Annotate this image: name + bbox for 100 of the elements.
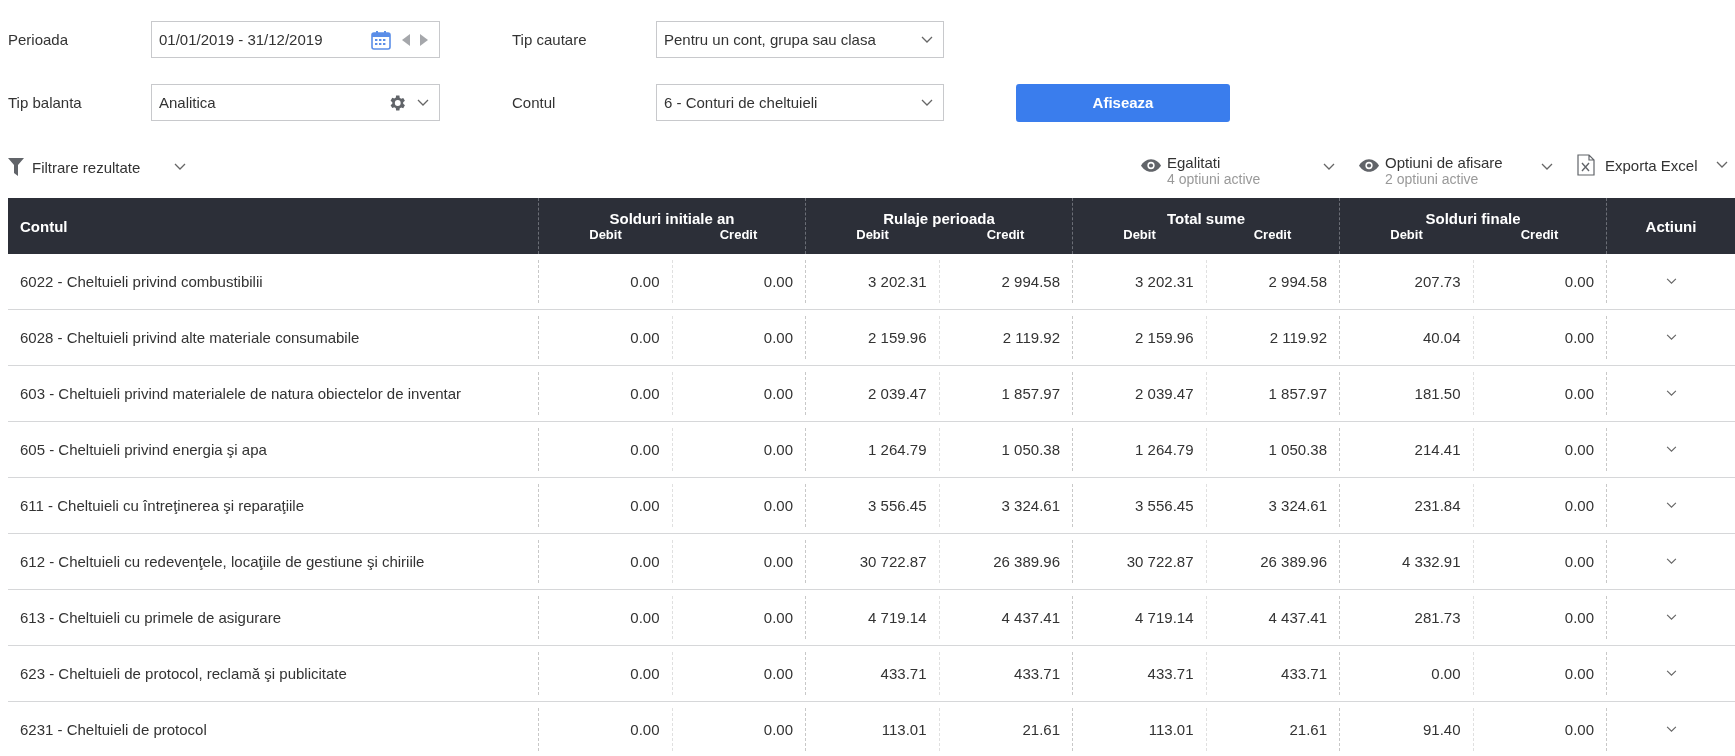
amount-cell: 1 857.97 [1001, 385, 1060, 402]
amount-cell: 2 994.58 [1001, 273, 1060, 290]
amount-cell: 91.40 [1422, 721, 1461, 738]
account-cell: 6028 - Cheltuieli privind alte materiale consumabile [20, 329, 360, 346]
amount-cell: 2 119.92 [1269, 329, 1327, 346]
amount-cell: 1 264.79 [868, 441, 927, 458]
amount-cell: 0.00 [763, 385, 793, 402]
amount-cell: 2 159.96 [1135, 329, 1194, 346]
amount-cell: 0.00 [1564, 441, 1594, 458]
column-group-header: Solduri initiale an [609, 210, 735, 227]
select-field[interactable]: 6 - Conturi de cheltuieli [656, 84, 944, 121]
chevron-down-icon[interactable] [417, 98, 429, 107]
chevron-down-icon[interactable] [921, 98, 933, 107]
calendar-icon[interactable] [371, 29, 391, 50]
amount-cell: 3 202.31 [1135, 273, 1194, 290]
amount-cell: 0.00 [630, 497, 660, 514]
column-header: Debit [589, 227, 622, 242]
select-field[interactable]: Pentru un cont, grupa sau clasa [656, 21, 944, 58]
amount-cell: 0.00 [1564, 609, 1594, 626]
chevron-down-icon[interactable] [1715, 161, 1728, 169]
column-group-header: Solduri finale [1425, 210, 1521, 227]
amount-cell: 0.00 [630, 329, 660, 346]
account-cell: 611 - Cheltuieli cu întreţinerea şi reparaţiile [20, 497, 305, 514]
amount-cell: 0.00 [630, 385, 660, 402]
chevron-down-icon[interactable] [1665, 446, 1677, 453]
amount-cell: 0.00 [763, 441, 793, 458]
amount-cell: 4 719.14 [1135, 609, 1194, 626]
account-cell: 6022 - Cheltuieli privind combustibilii [20, 273, 263, 290]
amount-cell: 21.61 [1289, 721, 1327, 738]
chevron-down-icon[interactable] [1323, 163, 1335, 171]
field-label: Tip cautare [512, 31, 588, 48]
filter-results-toggle[interactable]: Filtrare rezultate [32, 158, 141, 176]
chevron-down-icon[interactable] [921, 35, 933, 44]
option-dropdown[interactable]: Egalitati [1167, 154, 1317, 171]
amount-cell: 0.00 [763, 329, 793, 346]
chevron-down-icon[interactable] [1665, 334, 1677, 341]
amount-cell: 4 332.91 [1402, 553, 1461, 570]
amount-cell: 4 437.41 [1001, 609, 1060, 626]
account-cell: 612 - Cheltuieli cu redevenţele, locaţiile de gestiune şi chiriile [20, 553, 425, 570]
amount-cell: 0.00 [1564, 721, 1594, 738]
amount-cell: 0.00 [763, 721, 793, 738]
chevron-down-icon[interactable] [1665, 390, 1677, 397]
field-label: Contul [512, 94, 557, 111]
option-dropdown[interactable]: Optiuni de afisare [1385, 154, 1535, 171]
amount-cell: 2 039.47 [868, 385, 927, 402]
chevron-down-icon[interactable] [1665, 726, 1677, 733]
amount-cell: 1 050.38 [1268, 441, 1327, 458]
eye-icon[interactable] [1141, 159, 1161, 172]
active-options-count: 4 optiuni active [1167, 171, 1262, 187]
chevron-down-icon[interactable] [1665, 614, 1677, 621]
active-options-count: 2 optiuni active [1385, 171, 1480, 187]
amount-cell: 0.00 [763, 273, 793, 290]
amount-cell: 30 722.87 [859, 553, 927, 570]
amount-cell: 0.00 [630, 553, 660, 570]
amount-cell: 113.01 [881, 721, 927, 738]
chevron-down-icon[interactable] [1665, 278, 1677, 285]
amount-cell: 4 437.41 [1268, 609, 1327, 626]
amount-cell: 214.41 [1414, 441, 1461, 458]
amount-cell: 0.00 [1431, 665, 1461, 682]
column-header: Credit [719, 227, 758, 242]
export-excel-dropdown[interactable]: Exporta Excel [1605, 156, 1698, 174]
field-label: Perioada [8, 31, 70, 48]
amount-cell: 113.01 [1148, 721, 1194, 738]
amount-cell: 2 119.92 [1002, 329, 1060, 346]
amount-cell: 231.84 [1414, 497, 1461, 514]
chevron-down-icon[interactable] [174, 163, 187, 171]
amount-cell: 0.00 [763, 665, 793, 682]
amount-cell: 0.00 [763, 553, 793, 570]
date-field[interactable]: 01/01/2019 - 31/12/2019 [151, 21, 440, 58]
spreadsheet-file-icon[interactable] [1577, 154, 1595, 176]
amount-cell: 0.00 [630, 273, 660, 290]
chevron-down-icon[interactable] [1665, 670, 1677, 677]
account-cell: 613 - Cheltuieli cu primele de asigurare [20, 609, 281, 626]
show-button[interactable]: Afiseaza [1016, 83, 1230, 122]
chevron-down-icon[interactable] [1665, 558, 1677, 565]
amount-cell: 433.71 [1014, 665, 1060, 682]
amount-cell: 0.00 [1564, 553, 1594, 570]
chevron-down-icon[interactable] [1541, 163, 1553, 171]
amount-cell: 433.71 [1281, 665, 1327, 682]
account-cell: 6231 - Cheltuieli de protocol [20, 721, 207, 738]
chevron-down-icon[interactable] [1665, 502, 1677, 509]
column-header: Credit [1253, 227, 1292, 242]
amount-cell: 0.00 [630, 609, 660, 626]
account-cell: 623 - Cheltuieli de protocol, reclamă şi publicitate [20, 665, 347, 682]
filter-icon[interactable] [8, 158, 24, 176]
account-cell: 605 - Cheltuieli privind energia şi apa [20, 441, 267, 458]
amount-cell: 0.00 [763, 609, 793, 626]
field-label: Tip balanta [8, 94, 83, 111]
column-header: Credit [986, 227, 1025, 242]
amount-cell: 2 039.47 [1135, 385, 1194, 402]
select-field[interactable]: Analitica [151, 84, 440, 121]
amount-cell: 3 324.61 [1268, 497, 1327, 514]
amount-cell: 3 556.45 [1135, 497, 1194, 514]
amount-cell: 26 389.96 [993, 553, 1060, 570]
eye-icon[interactable] [1359, 159, 1379, 172]
amount-cell: 30 722.87 [1126, 553, 1194, 570]
amount-cell: 2 994.58 [1268, 273, 1327, 290]
amount-cell: 1 264.79 [1135, 441, 1194, 458]
column-group-header: Rulaje perioada [883, 210, 995, 227]
amount-cell: 1 050.38 [1001, 441, 1060, 458]
